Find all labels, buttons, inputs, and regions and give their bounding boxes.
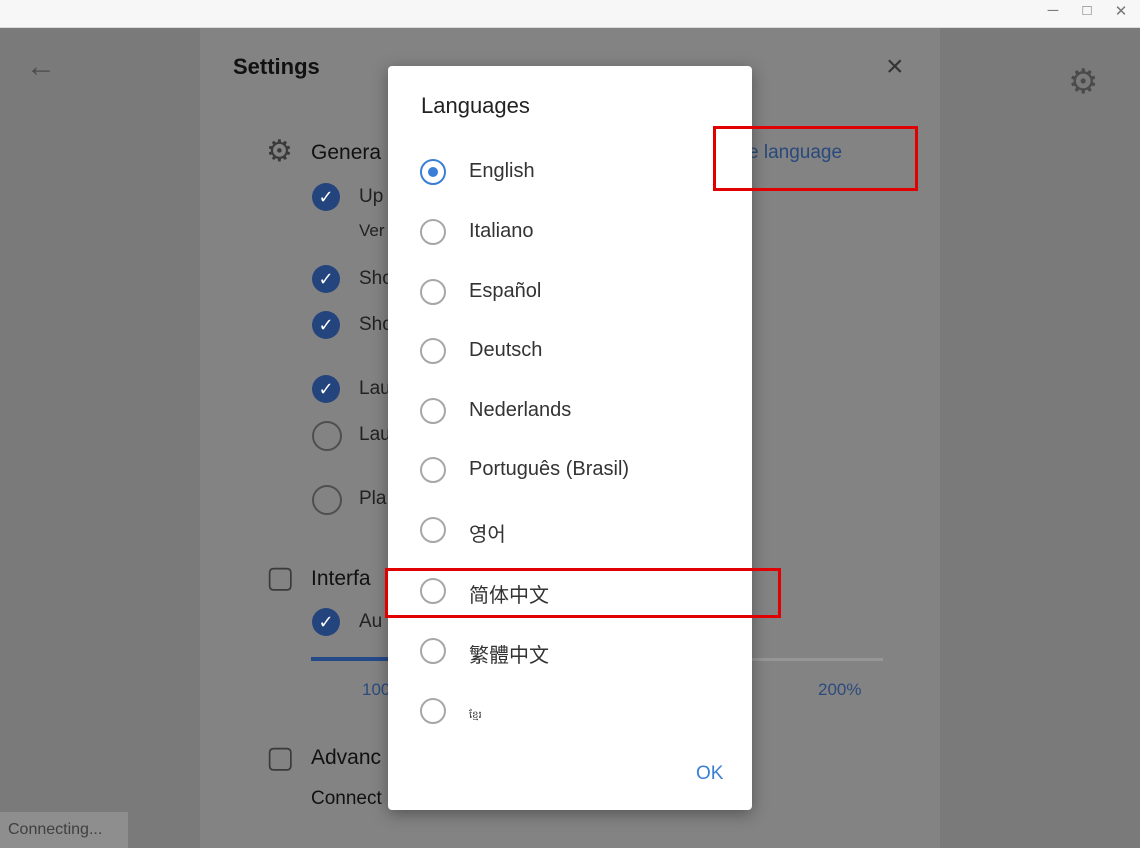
launch-option-2-label: Lau [359,424,391,445]
radio-unselected[interactable] [420,517,446,543]
radio-unselected[interactable] [420,338,446,364]
language-option-portugues[interactable]: Português (Brasil) [420,451,740,491]
version-label: Ver [359,221,385,240]
radio-unselected[interactable] [420,457,446,483]
radio-unselected[interactable] [420,698,446,724]
monitor-icon: ▢ [266,561,295,594]
general-section-title: Genera [311,141,382,164]
language-option-traditional-chinese[interactable]: 繁體中文 [420,632,740,672]
language-option-espanol[interactable]: Español [420,273,740,313]
language-label: Nederlands [469,399,572,421]
scale-slider-max-label: 200% [818,680,862,699]
scale-slider-fill [311,657,391,661]
language-label: 영어 [469,524,506,546]
language-label: ខ្មែរ [469,710,482,721]
auto-scale-checkbox[interactable]: ✓ [312,608,340,636]
window-title-bar: ─ □ ✕ [0,0,1140,28]
settings-title: Settings [233,54,320,79]
update-option-label: Up [359,186,384,207]
advanced-section-title: Advanc [311,746,382,769]
show-option-1-checkbox[interactable]: ✓ [312,265,340,293]
language-label: 繁體中文 [469,645,549,667]
radio-unselected[interactable] [420,638,446,664]
show-option-2-checkbox[interactable]: ✓ [312,311,340,339]
play-option-label: Pla [359,488,387,509]
language-option-korean[interactable]: 영어 [420,511,740,551]
language-option-english[interactable]: English [420,153,740,193]
languages-dialog: Languages English Italiano Español Deuts… [388,66,752,810]
launch-option-1-label: Lau [359,378,391,399]
minimize-icon[interactable]: ─ [1038,2,1068,19]
language-option-italiano[interactable]: Italiano [420,213,740,253]
language-option-nederlands[interactable]: Nederlands [420,392,740,432]
language-label: Español [469,280,542,302]
language-label: Deutsch [469,339,543,361]
ok-button[interactable]: OK [696,763,723,785]
general-gear-icon: ⚙ [266,135,293,168]
gear-icon[interactable]: ⚙ [1068,62,1098,102]
language-option-deutsch[interactable]: Deutsch [420,332,740,372]
language-option-khmer[interactable]: ខ្មែរ [420,692,740,732]
radio-unselected[interactable] [420,279,446,305]
language-label: Italiano [469,220,534,242]
dialog-title: Languages [421,93,530,118]
language-label: Português (Brasil) [469,458,630,480]
highlight-box-change-language [713,126,918,191]
launch-option-2-radio[interactable] [312,421,342,451]
close-icon[interactable]: ✕ [1106,2,1136,20]
auto-scale-label: Au [359,611,383,632]
update-checkbox[interactable]: ✓ [312,183,340,211]
advanced-monitor-icon: ▢ [266,741,295,774]
highlight-box-simplified-chinese [385,568,781,618]
connect-label: Connect [311,788,382,809]
maximize-icon[interactable]: □ [1072,2,1102,19]
back-arrow-icon[interactable]: ← [26,50,56,84]
status-bar: Connecting... [0,812,128,848]
interface-section-title: Interfa [311,567,371,590]
radio-unselected[interactable] [420,398,446,424]
settings-close-icon[interactable]: × [886,50,904,84]
launch-option-1-checkbox[interactable]: ✓ [312,375,340,403]
radio-selected[interactable] [420,159,446,185]
language-label: English [469,160,535,182]
scale-slider-min-label: 100 [362,680,391,699]
radio-unselected[interactable] [420,219,446,245]
play-option-radio[interactable] [312,485,342,515]
